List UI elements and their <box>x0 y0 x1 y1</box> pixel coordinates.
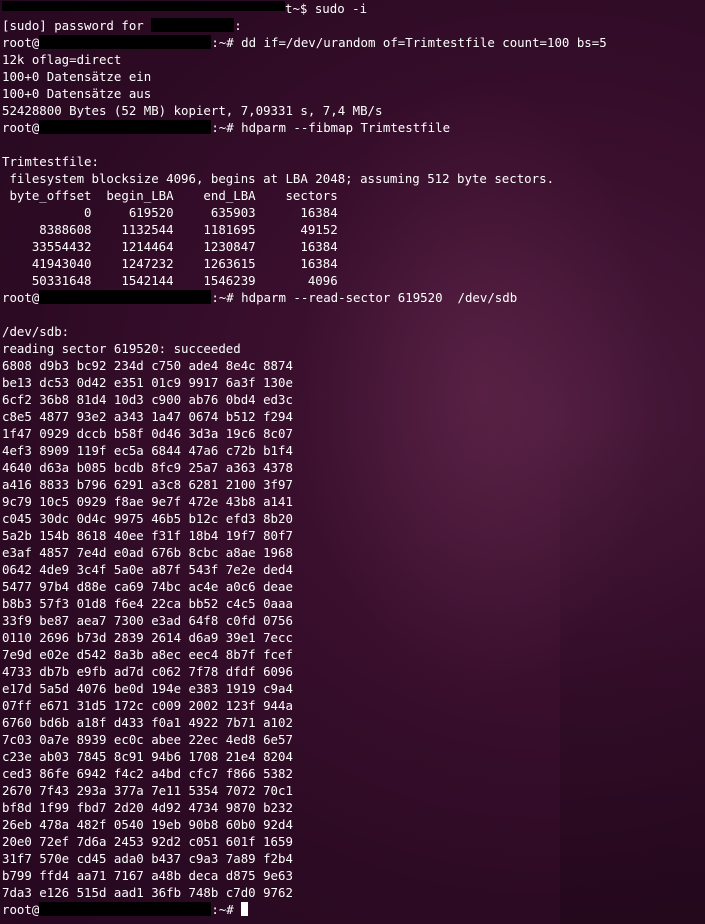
output-line: c23e ab03 7845 8c91 94b6 1708 21e4 8204 <box>2 749 293 764</box>
prompt-line: root@ :~# hdparm --fibmap Trimtestfile <box>2 119 607 136</box>
output-line: 100+0 Datensätze aus <box>2 86 152 101</box>
output-line: 41943040 1247232 1263615 16384 <box>2 256 338 271</box>
output-line: Trimtestfile: <box>2 154 99 169</box>
command-text: :~# hdparm --fibmap Trimtestfile <box>211 120 451 135</box>
output-line: 50331648 1542144 1546239 4096 <box>2 273 338 288</box>
output-line: 12k oflag=direct <box>2 52 122 67</box>
output-line: byte_offset begin_LBA end_LBA sectors <box>2 188 338 203</box>
text-cursor[interactable] <box>241 902 249 916</box>
output-line: 4733 db7b e9fb ad7d c062 7f78 dfdf 6096 <box>2 664 293 679</box>
output-line: e3af 4857 7e4d e0ad 676b 8cbc a8ae 1968 <box>2 545 293 560</box>
output-line: 4ef3 8909 119f ec5a 6844 47a6 c72b b1f4 <box>2 443 293 458</box>
output-line: b8b3 57f3 01d8 f6e4 22ca bb52 c4c5 0aaa <box>2 596 293 611</box>
output-line: 8388608 1132544 1181695 49152 <box>2 222 338 237</box>
prompt-prefix: [sudo] password for <box>2 18 152 33</box>
terminal-output: t~$ sudo -i [sudo] password for : root@:~#… <box>2 0 607 918</box>
redacted-hostname <box>2 1 285 11</box>
output-line: 33f9 be87 aea7 7300 e3ad 64f8 c0fd 0756 <box>2 613 293 628</box>
output-line: 7e9d e02e d542 8a3b a8ec eec4 8b7f fcef <box>2 647 293 662</box>
output-line: 0110 2696 b73d 2839 2614 d6a9 39e1 7ecc <box>2 630 293 645</box>
output-line: filesystem blocksize 4096, begins at LBA… <box>2 171 555 186</box>
redacted-hostname <box>39 120 212 134</box>
output-line: 52428800 Bytes (52 MB) kopiert, 7,09331 … <box>2 103 383 118</box>
command-text: :~# <box>211 902 242 917</box>
prompt-line: root@ :~# dd if=/dev/urandom of=Trimtestf… <box>2 34 607 51</box>
output-line: e17d 5a5d 4076 be0d 194e e383 1919 c9a4 <box>2 681 293 696</box>
output-line: t~$ sudo -i <box>2 0 607 17</box>
output-line: 0 619520 635903 16384 <box>2 205 338 220</box>
output-line: 7c03 0a7e 8939 ec0c abee 22ec 4ed8 6e57 <box>2 732 293 747</box>
output-line: 20e0 72ef 7d6a 2453 92d2 c051 601f 1659 <box>2 834 293 849</box>
output-line: 26eb 478a 482f 0540 19eb 90b8 60b0 92d4 <box>2 817 293 832</box>
prompt-prefix: root@ <box>2 902 40 917</box>
output-line: 6760 bd6b a18f d433 f0a1 4922 7b71 a102 <box>2 715 293 730</box>
output-line: reading sector 619520: succeeded <box>2 341 241 356</box>
output-line: 5477 97b4 d88e ca69 74bc ac4e a0c6 deae <box>2 579 293 594</box>
redacted-hostname <box>151 18 235 32</box>
output-line: b799 ffd4 aa71 7167 a48b deca d875 9e63 <box>2 868 293 883</box>
prompt-prefix: root@ <box>2 35 40 50</box>
output-line: c8e5 4877 93e2 a343 1a47 0674 b512 f294 <box>2 409 293 424</box>
terminal-window[interactable]: t~$ sudo -i [sudo] password for : root@:~#… <box>0 0 705 924</box>
output-text: : <box>234 18 242 33</box>
output-text: t~$ sudo -i <box>285 1 368 16</box>
output-line: 0642 4de9 3c4f 5a0e a87f 543f 7e2e ded4 <box>2 562 293 577</box>
output-line: ced3 86fe 6942 f4c2 a4bd cfc7 f866 5382 <box>2 766 293 781</box>
output-line: 6808 d9b3 bc92 234d c750 ade4 8e4c 8874 <box>2 358 293 373</box>
output-line: 5a2b 154b 8618 40ee f31f 18b4 19f7 80f7 <box>2 528 293 543</box>
command-text: :~# dd if=/dev/urandom of=Trimtestfile c… <box>211 35 607 50</box>
output-line: 33554432 1214464 1230847 16384 <box>2 239 338 254</box>
redacted-hostname <box>39 290 212 304</box>
command-text: :~# hdparm --read-sector 619520 /dev/sdb <box>211 290 518 305</box>
prompt-line: root@ :~# hdparm --read-sector 619520 /de… <box>2 289 607 306</box>
prompt-line: root@ :~# <box>2 901 607 918</box>
output-line: 6cf2 36b8 81d4 10d3 c900 ab76 0bd4 ed3c <box>2 392 293 407</box>
prompt-prefix: root@ <box>2 120 40 135</box>
output-line: 07ff e671 31d5 172c c009 2002 123f 944a <box>2 698 293 713</box>
prompt-prefix: root@ <box>2 290 40 305</box>
output-line: /dev/sdb: <box>2 324 70 339</box>
output-line: 4640 d63a b085 bcdb 8fc9 25a7 a363 4378 <box>2 460 293 475</box>
redacted-hostname <box>39 902 212 916</box>
output-line: 7da3 e126 515d aad1 36fb 748b c7d0 9762 <box>2 885 293 900</box>
output-line: 1f47 0929 dccb b58f 0d46 3d3a 19c6 8c07 <box>2 426 293 441</box>
output-line: [sudo] password for : <box>2 17 607 34</box>
output-line: be13 dc53 0d42 e351 01c9 9917 6a3f 130e <box>2 375 293 390</box>
output-line: 31f7 570e cd45 ada0 b437 c9a3 7a89 f2b4 <box>2 851 293 866</box>
output-line: c045 30dc 0d4c 9975 46b5 b12c efd3 8b20 <box>2 511 293 526</box>
redacted-hostname <box>39 35 212 49</box>
output-line: 100+0 Datensätze ein <box>2 69 152 84</box>
output-line: bf8d 1f99 fbd7 2d20 4d92 4734 9870 b232 <box>2 800 293 815</box>
output-line: 2670 7f43 293a 377a 7e11 5354 7072 70c1 <box>2 783 293 798</box>
output-line: a416 8833 b796 6291 a3c8 6281 2100 3f97 <box>2 477 293 492</box>
output-line: 9c79 10c5 0929 f8ae 9e7f 472e 43b8 a141 <box>2 494 293 509</box>
